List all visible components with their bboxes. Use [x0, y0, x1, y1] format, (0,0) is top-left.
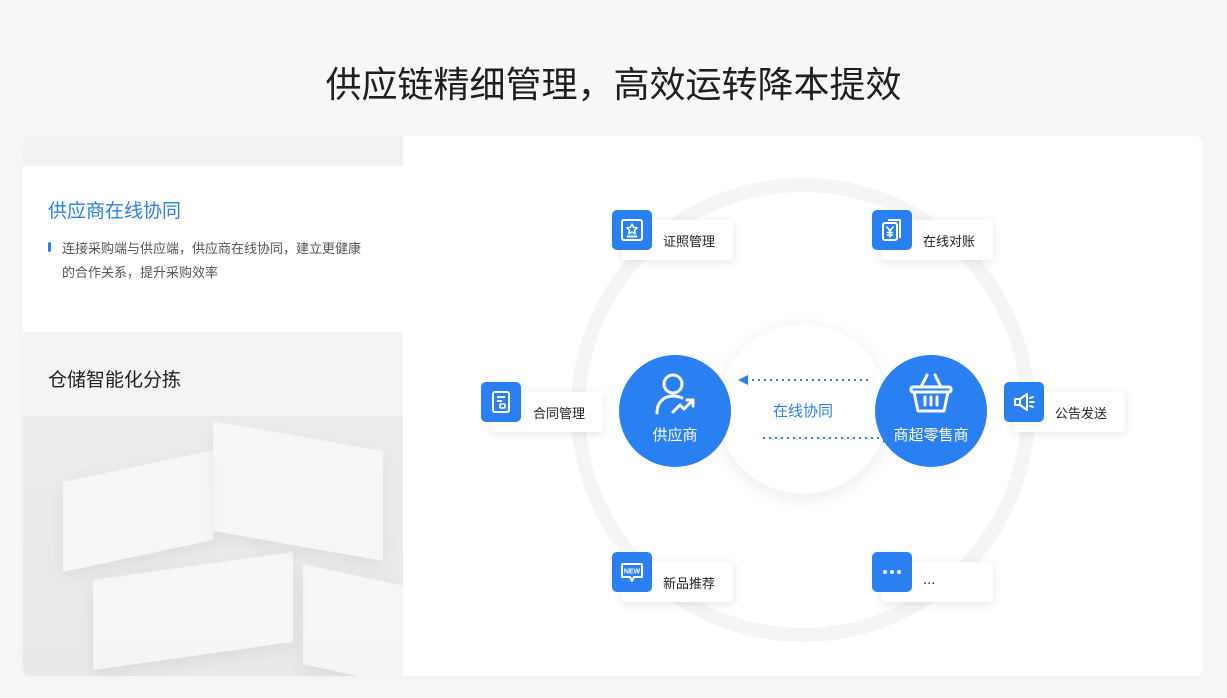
sidebar-item-title: 仓储智能化分拣 [48, 369, 182, 391]
decor-block [213, 421, 383, 561]
arrow-to-supplier [738, 375, 868, 385]
decor-block [63, 450, 213, 572]
feature-label: 公告发送 [1055, 407, 1108, 422]
basket-icon [909, 373, 953, 413]
page-title: 供应链精细管理，高效运转降本提效 [325, 65, 902, 106]
contract-icon [481, 382, 521, 422]
yen-document-icon [872, 210, 912, 250]
decor-block [303, 564, 403, 676]
feature-sidebar: 供应商在线协同 连接采购端与供应端，供应商在线协同，建立更健康的合作关系，提升采… [23, 136, 403, 676]
content-card: 供应商在线协同 连接采购端与供应端，供应商在线协同，建立更健康的合作关系，提升采… [23, 136, 1203, 676]
supplier-node: 供应商 [619, 355, 731, 467]
decor-block [93, 551, 293, 671]
retailer-node: 商超零售商 [875, 355, 987, 467]
user-trend-icon [655, 373, 695, 415]
feature-label: 新品推荐 [663, 577, 716, 592]
active-indicator [48, 242, 51, 252]
center-label: 在线协同 [772, 402, 833, 420]
collaboration-diagram: 供应商 商超零售商 在线协同 证照管理 在线对账 合同管理 公告发送 新品推荐 … [403, 136, 1203, 676]
feature-label: 在线对账 [923, 235, 976, 250]
feature-label: 合同管理 [533, 407, 586, 422]
svg-text:NEW: NEW [624, 569, 641, 576]
supplier-node-label: 供应商 [652, 426, 698, 444]
megaphone-icon [1004, 382, 1044, 422]
certificate-icon [612, 210, 652, 250]
sidebar-item-description: 连接采购端与供应端，供应商在线协同，建立更健康的合作关系，提升采购效率 [62, 242, 362, 281]
arrow-to-retailer [763, 433, 893, 443]
sidebar-item-title: 供应商在线协同 [48, 200, 182, 222]
new-badge-icon: NEW [612, 552, 652, 592]
sidebar-item-supplier-collab[interactable]: 供应商在线协同 连接采购端与供应端，供应商在线协同，建立更健康的合作关系，提升采… [23, 166, 403, 332]
feature-label: ... [923, 573, 936, 588]
sidebar-item-warehouse-sorting[interactable]: 仓储智能化分拣 [23, 332, 403, 416]
more-icon [872, 552, 912, 592]
feature-label: 证照管理 [663, 235, 716, 250]
